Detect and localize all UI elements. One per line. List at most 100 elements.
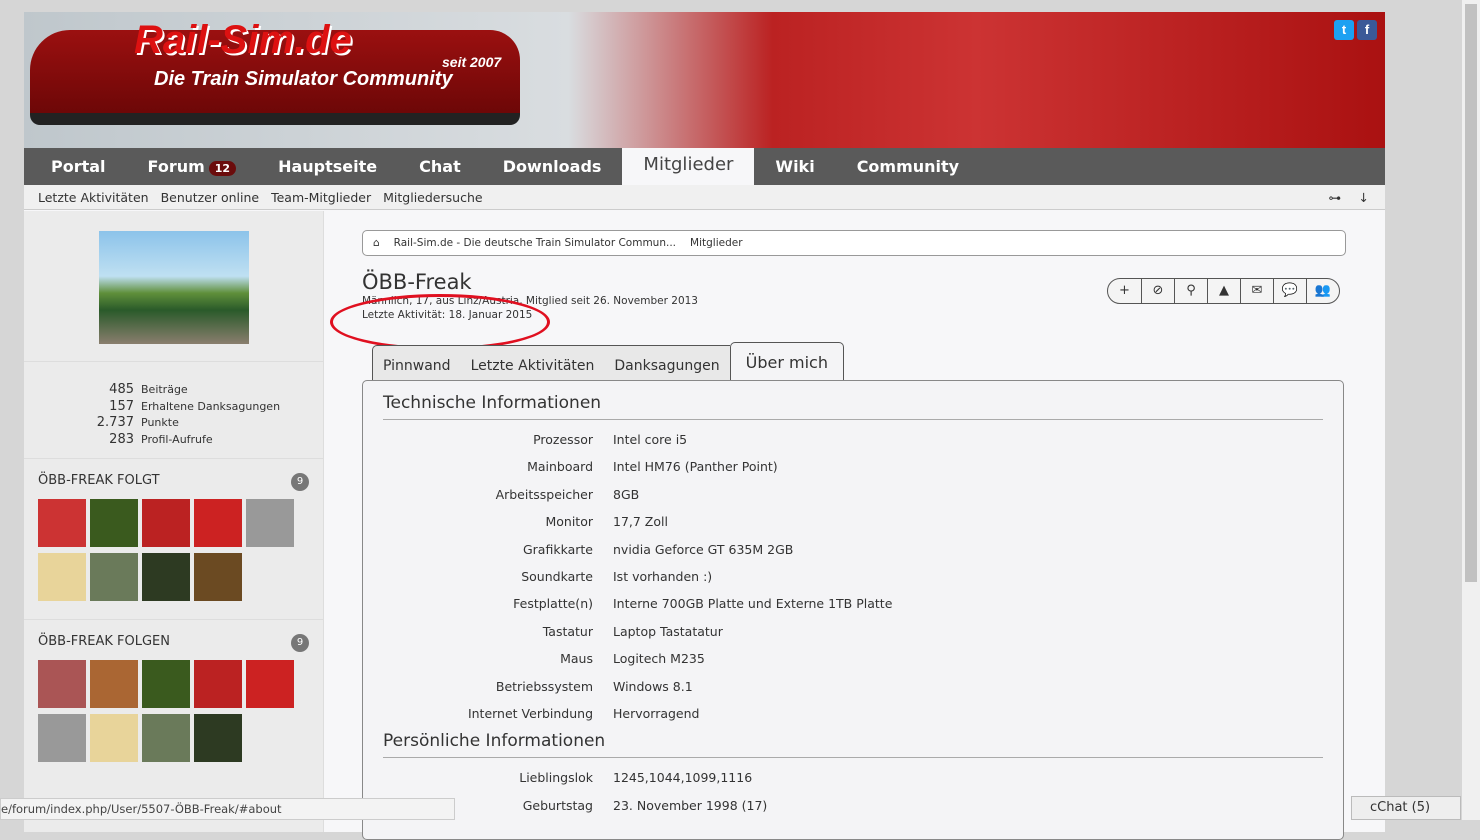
followers-box: ÖBB-FREAK FOLGEN 9	[24, 619, 323, 780]
info-value: Windows 8.1	[613, 678, 693, 694]
member-avatar[interactable]	[90, 714, 138, 762]
followers-title: ÖBB-FREAK FOLGEN	[38, 634, 170, 649]
info-value: Intel HM76 (Panther Point)	[613, 459, 778, 475]
user-stats: 485 Beiträge 157 Erhaltene Danksagungen 2.…	[24, 361, 323, 458]
stat-points: 2.737 Punkte	[96, 415, 179, 430]
member-avatar[interactable]	[194, 499, 242, 547]
forum-badge: 12	[208, 161, 237, 176]
info-row: Soundkarte Ist vorhanden :)	[383, 569, 1323, 596]
member-avatar[interactable]	[38, 714, 86, 762]
email-icon[interactable]: ✉	[1240, 279, 1273, 303]
group-icon[interactable]: 👥	[1306, 279, 1339, 303]
stat-views: 283 Profil-Aufrufe	[109, 431, 213, 447]
member-avatar[interactable]	[142, 499, 190, 547]
following-title: ÖBB-FREAK FOLGT	[38, 473, 160, 488]
follow-icon[interactable]: +	[1108, 279, 1141, 303]
info-row: Prozessor Intel core i5	[383, 432, 1323, 459]
nav-portal[interactable]: Portal	[30, 148, 127, 185]
info-value: Hervorragend	[613, 705, 700, 721]
member-avatar[interactable]	[246, 499, 294, 547]
conversation-icon[interactable]: 💬	[1273, 279, 1306, 303]
user-avatar[interactable]	[99, 231, 249, 344]
info-row: Betriebssystem Windows 8.1	[383, 679, 1323, 706]
info-value: Interne 700GB Platte und Externe 1TB Pla…	[613, 596, 893, 612]
info-label: Lieblingslok	[519, 770, 593, 786]
main-content: ⌂ Rail-Sim.de - Die deutsche Train Simul…	[330, 230, 1346, 840]
profile-toolbar: + ⊘ ⚲ ▲ ✉ 💬 👥	[1107, 278, 1340, 304]
tab-thanks[interactable]: Danksagungen	[604, 345, 730, 381]
member-avatar[interactable]	[90, 553, 138, 601]
info-label: Soundkarte	[521, 568, 593, 584]
info-row: Arbeitsspeicher 8GB	[383, 487, 1323, 514]
info-value: 1245,1044,1099,1116	[613, 770, 753, 786]
facebook-icon[interactable]: f	[1357, 20, 1377, 40]
subnav-member-search[interactable]: Mitgliedersuche	[383, 190, 482, 205]
tab-about[interactable]: Über mich	[729, 342, 844, 381]
info-row: Internet Verbindung Hervorragend	[383, 706, 1323, 733]
ignore-icon[interactable]: ⊘	[1141, 279, 1174, 303]
site-slogan: Die Train Simulator Community	[154, 68, 453, 90]
sub-nav: Letzte Aktivitäten Benutzer online Team-…	[24, 185, 1385, 210]
page-container: Rail-Sim.de Die Train Simulator Communit…	[24, 12, 1385, 840]
nav-forum[interactable]: Forum 12	[127, 148, 258, 185]
tech-info-title: Technische Informationen	[383, 393, 1323, 420]
search-icon[interactable]: ⚲	[1174, 279, 1207, 303]
breadcrumb-members[interactable]: Mitglieder	[690, 237, 743, 249]
personal-info-title: Persönliche Informationen	[383, 731, 1323, 759]
scrollbar-thumb[interactable]	[1465, 4, 1477, 582]
tab-pinnwand[interactable]: Pinnwand	[372, 345, 461, 381]
since-label: seit 2007	[442, 54, 502, 70]
info-label: Internet Verbindung	[467, 705, 593, 721]
subnav-recent-activity[interactable]: Letzte Aktivitäten	[38, 190, 149, 205]
tab-recent-activity[interactable]: Letzte Aktivitäten	[460, 345, 605, 381]
info-row: Maus Logitech M235	[383, 651, 1323, 678]
member-avatar[interactable]	[194, 660, 242, 708]
info-label: Maus	[560, 651, 593, 667]
member-avatar[interactable]	[90, 660, 138, 708]
report-icon[interactable]: ▲	[1207, 279, 1240, 303]
nav-forum-label: Forum	[147, 157, 205, 176]
nav-wiki[interactable]: Wiki	[754, 148, 835, 185]
stat-thanks: 157 Erhaltene Danksagungen	[109, 398, 281, 414]
member-avatar[interactable]	[142, 660, 190, 708]
info-row: Lieblingslok 1245,1044,1099,1116	[383, 770, 1323, 797]
info-value: Laptop Tastatatur	[613, 623, 723, 639]
info-row: Festplatte(n) Interne 700GB Platte und Ex…	[383, 596, 1323, 623]
home-icon[interactable]: ⌂	[373, 237, 380, 249]
subnav-team[interactable]: Team-Mitglieder	[271, 190, 371, 205]
member-avatar[interactable]	[194, 553, 242, 601]
info-label: Betriebssystem	[495, 678, 593, 694]
member-avatar[interactable]	[194, 714, 242, 762]
member-avatar[interactable]	[246, 660, 294, 708]
info-row: Geburtstag 23. November 1998 (17)	[383, 798, 1323, 825]
followers-count: 9	[291, 634, 309, 652]
member-avatar[interactable]	[38, 553, 86, 601]
site-logo[interactable]: Rail-Sim.de	[134, 18, 352, 63]
sitemap-icon[interactable]: ⊶	[1329, 190, 1342, 205]
info-label: Grafikkarte	[522, 541, 593, 557]
info-label: Mainboard	[527, 459, 593, 475]
member-avatar[interactable]	[142, 553, 190, 601]
breadcrumb-home[interactable]: Rail-Sim.de - Die deutsche Train Simulat…	[394, 237, 676, 249]
nav-hauptseite[interactable]: Hauptseite	[257, 148, 398, 185]
info-value: Ist vorhanden :)	[613, 568, 713, 584]
info-label: Prozessor	[533, 432, 593, 447]
member-avatar[interactable]	[142, 714, 190, 762]
main-nav: Portal Forum 12 Hauptseite Chat Downloads…	[24, 140, 1385, 185]
nav-community[interactable]: Community	[836, 148, 980, 185]
member-avatar[interactable]	[90, 499, 138, 547]
member-avatar[interactable]	[38, 660, 86, 708]
twitter-icon[interactable]: t	[1334, 20, 1354, 40]
arrow-down-icon[interactable]: ↓	[1359, 190, 1369, 205]
info-row: Tastatur Laptop Tastatatur	[383, 624, 1323, 651]
subnav-users-online[interactable]: Benutzer online	[161, 190, 260, 205]
nav-chat[interactable]: Chat	[398, 148, 482, 185]
cchat-button[interactable]: cChat (5)	[1351, 796, 1461, 820]
scrollbar[interactable]	[1462, 0, 1480, 820]
info-value: nvidia Geforce GT 635M 2GB	[613, 541, 794, 557]
member-avatar[interactable]	[38, 499, 86, 547]
info-value: Intel core i5	[613, 432, 688, 447]
nav-downloads[interactable]: Downloads	[482, 148, 623, 185]
info-label: Festplatte(n)	[513, 596, 593, 612]
following-count: 9	[291, 473, 309, 491]
